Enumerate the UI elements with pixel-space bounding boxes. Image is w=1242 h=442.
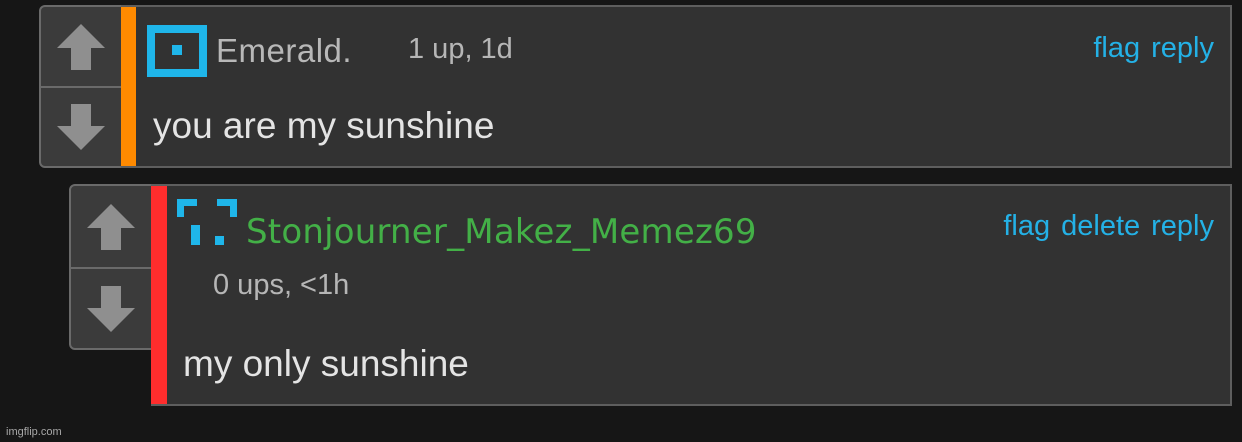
delete-link[interactable]: delete [1061, 210, 1140, 243]
comment-1: Emerald. 1 up, 1d flag reply you are my … [121, 5, 1232, 168]
downvote-button[interactable] [41, 88, 121, 166]
down-arrow-icon [87, 285, 135, 332]
reply-link[interactable]: reply [1151, 32, 1214, 65]
comment-text: you are my sunshine [153, 105, 495, 146]
pixel-target-icon [147, 25, 207, 77]
flag-link[interactable]: flag [1093, 32, 1140, 65]
upvote-button[interactable] [41, 7, 121, 86]
comment-actions: flag reply [1093, 32, 1214, 65]
reply-link[interactable]: reply [1151, 210, 1214, 243]
comment-username[interactable]: Stonjourner_Makez_Memez69 [246, 212, 757, 252]
watermark: imgflip.com [6, 426, 62, 438]
downvote-button[interactable] [71, 269, 151, 348]
flag-link[interactable]: flag [1003, 210, 1050, 243]
up-arrow-icon [57, 23, 105, 70]
pixel-corners-icon [177, 199, 237, 245]
upvote-button[interactable] [71, 186, 151, 267]
up-arrow-icon [87, 203, 135, 250]
comment-text: my only sunshine [183, 343, 469, 384]
vote-column-1 [39, 5, 123, 168]
comment-meta: 0 ups, <1h [213, 269, 350, 301]
comment-actions: flag delete reply [1003, 210, 1214, 243]
down-arrow-icon [57, 104, 105, 150]
comment-meta: 1 up, 1d [408, 33, 513, 65]
comment-2: Stonjourner_Makez_Memez69 flag delete re… [151, 184, 1232, 406]
comment-username[interactable]: Emerald. [216, 32, 352, 70]
vote-column-2 [69, 184, 153, 350]
comment-accent-bar [151, 186, 167, 404]
comment-accent-bar [121, 7, 136, 166]
